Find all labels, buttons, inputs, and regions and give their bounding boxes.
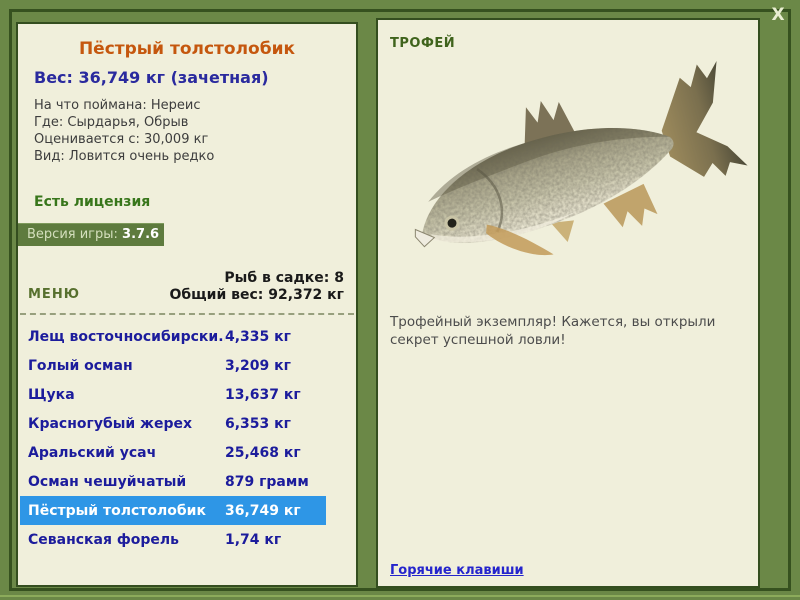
fish-list: Лещ восточносибирски... 4,335 кг Голый о…	[20, 322, 326, 554]
fish-name: Пёстрый толстолобик	[28, 502, 206, 519]
fish-name: Щука	[28, 386, 75, 403]
keepnet-stats: Рыб в садке: 8 Общий вес: 92,372 кг	[170, 270, 345, 304]
hotkeys-link[interactable]: Горячие клавиши	[390, 563, 524, 578]
bighead-carp-photo	[414, 60, 748, 256]
fish-weight: 4,335 кг	[225, 328, 291, 345]
catch-info-panel: Пёстрый толстолобик Вес: 36,749 кг (заче…	[16, 22, 358, 587]
fish-row[interactable]: Пёстрый толстолобик 36,749 кг	[20, 496, 326, 525]
keepnet-total-weight: Общий вес: 92,372 кг	[169, 287, 345, 303]
fish-name: Красногубый жерех	[28, 415, 193, 432]
fish-title: Пёстрый толстолобик	[78, 39, 296, 59]
fish-weight: 13,637 кг	[225, 386, 301, 403]
fish-name: Севанская форель	[28, 531, 179, 548]
version-label: Версия игры:	[27, 227, 118, 242]
fish-weight-line: Вес: 36,749 кг (зачетная)	[34, 68, 269, 87]
fish-name: Осман чешуйчатый	[28, 473, 187, 490]
detail-place: Где: Сырдарья, Обрыв	[34, 115, 189, 130]
fish-row[interactable]: Лещ восточносибирски... 4,335 кг	[20, 322, 326, 351]
fish-name: Голый осман	[28, 357, 133, 374]
fish-name: Аральский усач	[28, 444, 157, 461]
fish-weight: 6,353 кг	[225, 415, 291, 432]
window-bottom-bevel	[0, 595, 800, 597]
fish-name: Лещ восточносибирски...	[28, 328, 225, 345]
fish-row[interactable]: Красногубый жерех 6,353 кг	[20, 409, 326, 438]
menu-row: МЕНЮ Рыб в садке: 8 Общий вес: 92,372 кг	[18, 270, 356, 304]
version-value: 3.7.6	[122, 227, 160, 242]
fish-row[interactable]: Аральский усач 25,468 кг	[20, 438, 326, 467]
trophy-panel: ТРОФЕЙ Трофейный экземпляр! Кажется, вы …	[376, 18, 760, 588]
fish-row[interactable]: Щука 13,637 кг	[20, 380, 326, 409]
fish-weight: 879 грамм	[225, 473, 309, 490]
close-button[interactable]: X	[766, 4, 790, 26]
fish-row[interactable]: Осман чешуйчатый 879 грамм	[20, 467, 326, 496]
game-window: { "window": { "close_label": "X" }, "lef…	[0, 0, 800, 600]
license-status: Есть лицензия	[34, 194, 151, 210]
fish-row[interactable]: Севанская форель 1,74 кг	[20, 525, 326, 554]
detail-rating: Оценивается с: 30,009 кг	[34, 132, 209, 147]
list-separator	[20, 313, 354, 315]
detail-bait: На что поймана: Нереис	[34, 98, 201, 113]
fish-weight: 1,74 кг	[225, 531, 282, 548]
fish-weight: 3,209 кг	[225, 357, 291, 374]
fish-details: На что поймана: Нереис Где: Сырдарья, Об…	[34, 97, 356, 165]
keepnet-fish-count: Рыб в садке: 8	[224, 270, 344, 286]
fish-weight: 36,749 кг	[225, 502, 301, 519]
fish-row[interactable]: Голый осман 3,209 кг	[20, 351, 326, 380]
fish-weight: 25,468 кг	[225, 444, 301, 461]
game-version-bar: Версия игры: 3.7.6	[18, 223, 164, 246]
menu-button[interactable]: МЕНЮ	[28, 287, 80, 304]
trophy-message: Трофейный экземпляр! Кажется, вы открыли…	[390, 314, 716, 348]
detail-rarity: Вид: Ловится очень редко	[34, 149, 215, 164]
